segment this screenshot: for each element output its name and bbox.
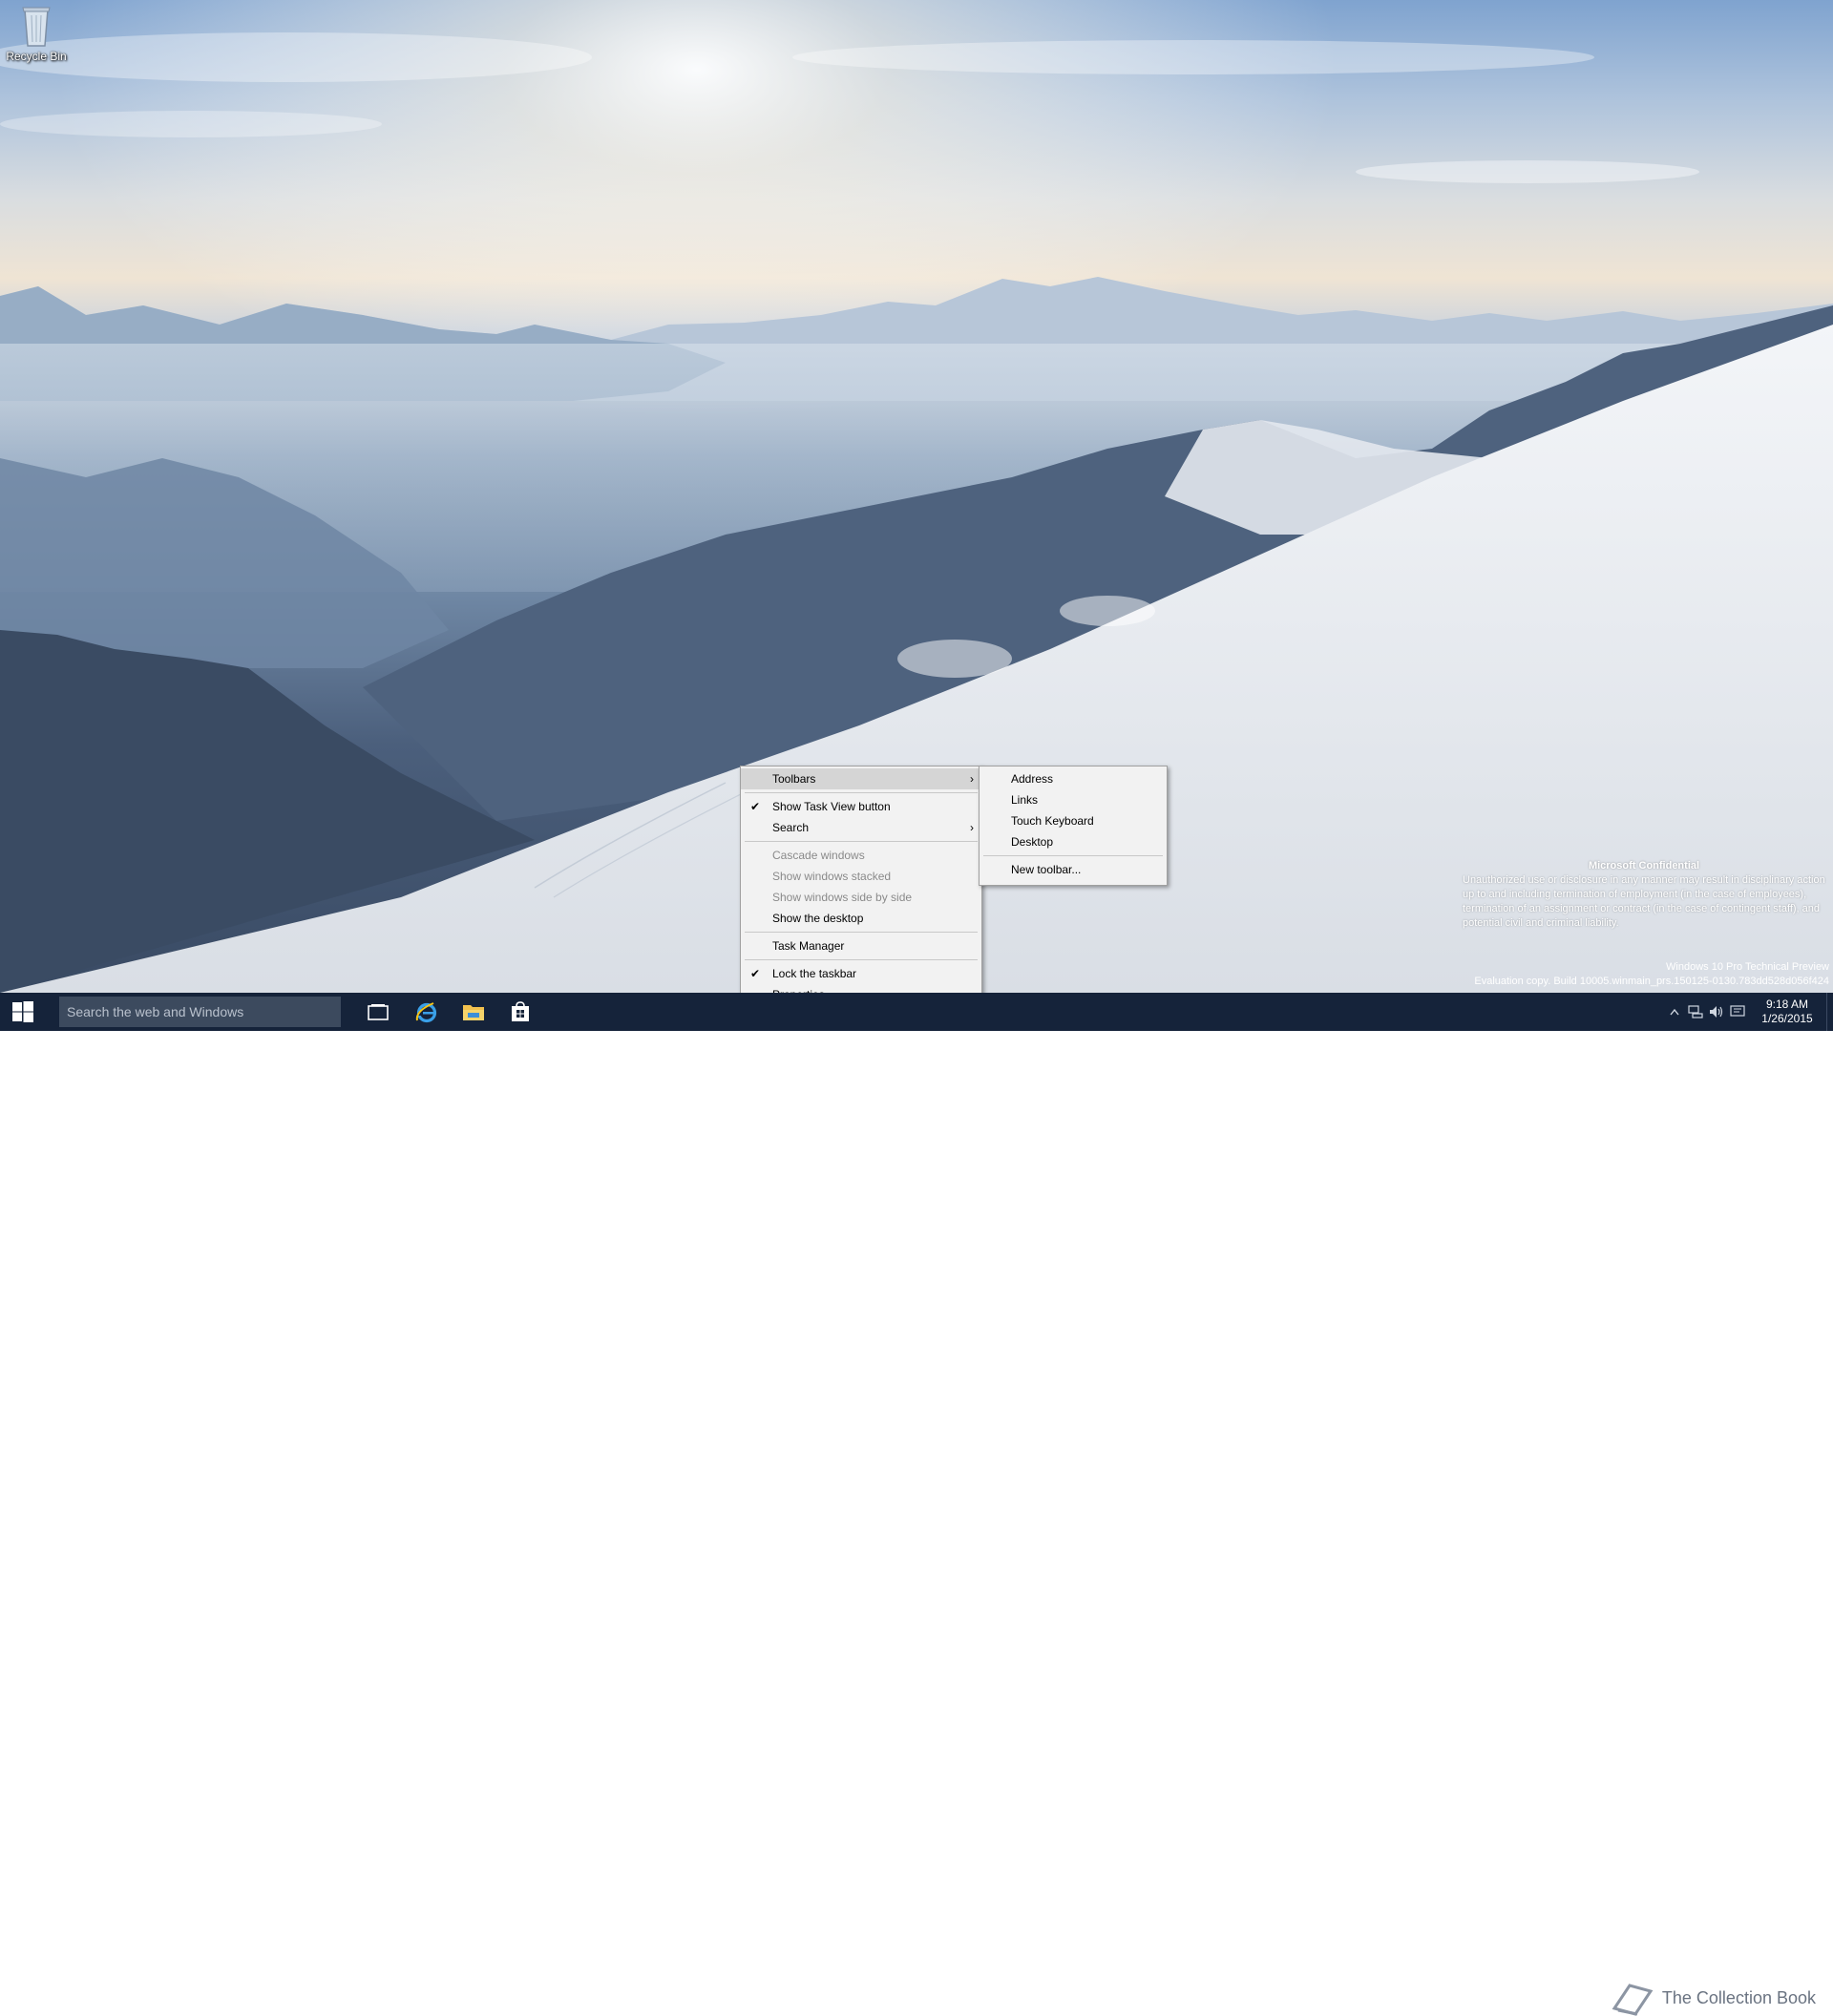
recycle-bin-shortcut[interactable]: Recycle Bin xyxy=(4,2,69,63)
chevron-right-icon: › xyxy=(970,772,974,786)
task-view-button[interactable] xyxy=(359,993,397,1031)
checkmark-icon: ✔ xyxy=(750,800,761,813)
menu-item-label: Toolbars xyxy=(772,772,816,786)
taskbar: Search the web and Windows The Collectio… xyxy=(0,993,1833,2016)
menu-item-cascade-windows: Cascade windows xyxy=(741,845,981,866)
edition-label: Windows 10 Pro Technical Preview xyxy=(1666,961,1829,973)
internet-explorer-button[interactable] xyxy=(408,993,446,1031)
menu-item-toolbars[interactable]: Toolbars › xyxy=(741,768,981,789)
menu-item-label: Search xyxy=(772,821,810,834)
menu-item-show-task-view-button[interactable]: ✔ Show Task View button xyxy=(741,796,981,817)
network-icon[interactable] xyxy=(1685,993,1706,1031)
menu-item-label: Task Manager xyxy=(772,939,845,953)
watermark-text: Unauthorized use or disclosure in any ma… xyxy=(1463,874,1825,929)
menu-item-label: Show Task View button xyxy=(772,800,891,813)
taskbar-context-menu: Toolbars › ✔ Show Task View button Search › Ca… xyxy=(740,766,982,1012)
windows-logo-icon xyxy=(12,1001,33,1022)
menu-separator xyxy=(745,792,978,793)
clock-time: 9:18 AM xyxy=(1765,998,1809,1011)
menu-item-new-toolbar[interactable]: New toolbar... xyxy=(980,859,1167,880)
file-explorer-icon xyxy=(463,1005,484,1020)
checkmark-icon: ✔ xyxy=(750,967,761,980)
menu-item-label: Touch Keyboard xyxy=(1011,814,1094,828)
site-watermark: The Collection Book xyxy=(1611,1980,1816,2016)
menu-separator xyxy=(745,932,978,933)
menu-separator xyxy=(983,855,1163,856)
action-center-icon[interactable] xyxy=(1727,993,1748,1031)
build-watermark: Windows 10 Pro Technical Preview Evaluat… xyxy=(1295,960,1829,989)
book-logo-icon xyxy=(1612,1984,1654,2016)
menu-item-label: Show windows side by side xyxy=(772,891,913,904)
menu-item-label: Cascade windows xyxy=(772,849,865,862)
file-explorer-button[interactable] xyxy=(454,993,493,1031)
store-button[interactable] xyxy=(501,993,539,1031)
menu-item-links[interactable]: Links xyxy=(980,789,1167,810)
menu-item-label: Lock the taskbar xyxy=(772,967,857,980)
menu-item-address[interactable]: Address xyxy=(980,768,1167,789)
recycle-bin-icon xyxy=(22,7,51,47)
chevron-up-icon[interactable] xyxy=(1664,993,1685,1031)
menu-item-show-the-desktop[interactable]: Show the desktop xyxy=(741,908,981,929)
recycle-bin-label: Recycle Bin xyxy=(6,50,67,63)
store-icon xyxy=(512,1001,529,1021)
chevron-right-icon: › xyxy=(970,821,974,834)
start-button[interactable] xyxy=(0,993,46,1031)
volume-icon[interactable] xyxy=(1706,993,1727,1031)
menu-item-label: Address xyxy=(1011,772,1054,786)
menu-item-task-manager[interactable]: Task Manager xyxy=(741,935,981,956)
menu-item-label: Show windows stacked xyxy=(772,870,892,883)
show-desktop-button[interactable] xyxy=(1826,993,1833,1031)
internet-explorer-icon xyxy=(415,1002,437,1023)
task-view-icon xyxy=(368,1004,389,1020)
menu-item-label: Desktop xyxy=(1011,835,1054,849)
menu-item-lock-the-taskbar[interactable]: ✔ Lock the taskbar xyxy=(741,963,981,984)
menu-item-touch-keyboard[interactable]: Touch Keyboard xyxy=(980,810,1167,831)
menu-item-label: Show the desktop xyxy=(772,912,864,925)
clock[interactable]: 9:18 AM 1/26/2015 xyxy=(1754,998,1821,1026)
menu-item-desktop[interactable]: Desktop xyxy=(980,831,1167,852)
menu-item-label: Links xyxy=(1011,793,1039,807)
toolbars-submenu: Address Links Touch Keyboard Desktop New too… xyxy=(979,766,1168,886)
build-label: Evaluation copy. Build 10005.winmain_prs… xyxy=(1474,976,1829,987)
site-watermark-text: The Collection Book xyxy=(1661,1987,1816,2007)
clock-date: 1/26/2015 xyxy=(1761,1012,1813,1025)
search-input[interactable]: Search the web and Windows xyxy=(59,997,341,1027)
menu-item-show-windows-stacked: Show windows stacked xyxy=(741,866,981,887)
menu-item-label: New toolbar... xyxy=(1011,863,1082,876)
menu-item-search[interactable]: Search › xyxy=(741,817,981,838)
system-tray: 9:18 AM 1/26/2015 xyxy=(1664,993,1833,1031)
menu-separator xyxy=(745,959,978,960)
menu-item-show-windows-side-by-side: Show windows side by side xyxy=(741,887,981,908)
watermark-title: Microsoft Confidential xyxy=(1588,860,1700,872)
menu-separator xyxy=(745,841,978,842)
